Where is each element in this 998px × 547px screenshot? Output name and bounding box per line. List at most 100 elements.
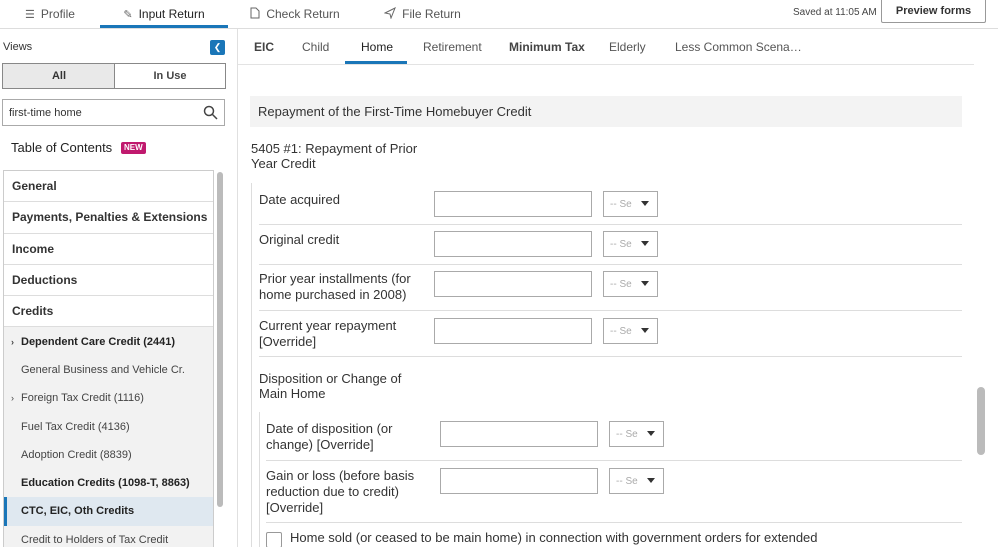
select-placeholder: -- Se	[610, 325, 632, 337]
select-placeholder: -- Se	[616, 475, 638, 487]
pencil-icon: ✎	[123, 8, 133, 21]
gain-loss-select[interactable]: -- Se	[609, 468, 664, 494]
date-disposition-select[interactable]: -- Se	[609, 421, 664, 447]
subtab-retirement[interactable]: Retirement	[423, 30, 482, 64]
tab-input-return[interactable]: ✎ Input Return	[100, 0, 228, 28]
caret-down-icon	[641, 328, 649, 333]
list-icon: ☰	[25, 8, 35, 21]
tab-label: Check Return	[266, 7, 340, 21]
tab-label: Input Return	[138, 7, 205, 21]
group-border	[251, 183, 252, 547]
row-divider	[259, 264, 962, 265]
view-all-button[interactable]: All	[2, 63, 115, 89]
toc-item-label: Adoption Credit (8839)	[21, 448, 132, 461]
tab-profile[interactable]: ☰ Profile	[0, 0, 100, 28]
toc-category-income[interactable]: Income	[4, 233, 213, 265]
row-divider	[259, 224, 962, 225]
toc-category-payments[interactable]: Payments, Penalties & Extensions	[4, 202, 213, 234]
chevron-right-icon: ›	[11, 336, 14, 347]
tab-file-return[interactable]: File Return	[375, 0, 470, 28]
field-label-current-repayment: Current year repayment [Override]	[259, 318, 397, 349]
search-input[interactable]	[9, 104, 199, 122]
main-scrollbar[interactable]	[975, 29, 987, 547]
select-placeholder: -- Se	[610, 238, 632, 250]
main-scrollbar-thumb[interactable]	[977, 387, 985, 455]
row-divider	[266, 522, 962, 523]
field-label-original-credit: Original credit	[259, 232, 340, 247]
toc-category-deductions[interactable]: Deductions	[4, 264, 213, 297]
field-label-gain-loss: Gain or loss (before basis reduction due…	[266, 468, 415, 515]
preview-forms-button[interactable]: Preview forms	[881, 0, 986, 23]
select-placeholder: -- Se	[616, 428, 638, 440]
gain-loss-input[interactable]	[440, 468, 598, 494]
date-disposition-input[interactable]	[440, 421, 598, 447]
toc-item-label: CTC, EIC, Oth Credits	[21, 505, 135, 518]
toc-item-fuel-tax[interactable]: Fuel Tax Credit (4136)	[4, 412, 213, 441]
caret-down-icon	[647, 431, 655, 436]
chevron-right-icon: ›	[11, 393, 14, 404]
toc-item-label: Foreign Tax Credit (1116)	[21, 392, 144, 405]
sidebar-divider	[237, 29, 238, 547]
search-icon[interactable]	[203, 105, 218, 120]
search-box	[2, 99, 225, 126]
gov-orders-checkbox[interactable]	[266, 532, 282, 547]
table-of-contents: General Payments, Penalties & Extensions…	[3, 170, 214, 547]
top-navigation: ☰ Profile ✎ Input Return Check Return Fi…	[0, 0, 998, 28]
toc-item-general-business[interactable]: General Business and Vehicle Cr.	[4, 355, 213, 385]
toc-category-credits[interactable]: Credits	[4, 296, 213, 328]
section-title: Repayment of the First-Time Homebuyer Cr…	[250, 96, 962, 127]
toc-scrollbar-thumb[interactable]	[217, 172, 223, 507]
caret-down-icon	[641, 201, 649, 206]
topnav-divider	[0, 28, 998, 29]
group-title-disposition: Disposition or Change of Main Home	[259, 371, 402, 401]
subgroup-border	[259, 412, 260, 547]
tab-check-return[interactable]: Check Return	[240, 0, 350, 28]
chevron-left-icon[interactable]: ❮	[210, 40, 225, 55]
toc-item-adoption[interactable]: Adoption Credit (8839)	[4, 440, 213, 469]
subtab-home[interactable]: Home	[361, 30, 393, 64]
toc-item-dependent-care[interactable]: › Dependent Care Credit (2441)	[4, 327, 213, 356]
row-divider	[259, 356, 962, 357]
current-repayment-input[interactable]	[434, 318, 592, 344]
toc-title: Table of Contents	[11, 140, 113, 155]
select-placeholder: -- Se	[610, 198, 632, 210]
subtab-child[interactable]: Child	[302, 30, 329, 64]
field-label-prior-installments: Prior year installments (for home purcha…	[259, 271, 411, 302]
subtab-less-common[interactable]: Less Common Scena…	[675, 30, 802, 64]
original-credit-select[interactable]: -- Se	[603, 231, 658, 257]
tab-label: Profile	[40, 7, 75, 21]
caret-down-icon	[641, 241, 649, 246]
original-credit-input[interactable]	[434, 231, 592, 257]
caret-down-icon	[641, 281, 649, 286]
toc-item-label: Dependent Care Credit (2441)	[21, 335, 176, 348]
tab-label: File Return	[402, 7, 461, 21]
caret-down-icon	[647, 478, 655, 483]
prior-installments-input[interactable]	[434, 271, 592, 297]
toc-item-education[interactable]: Education Credits (1098-T, 8863)	[4, 468, 213, 498]
row-divider	[259, 310, 962, 311]
saved-status: Saved at 11:05 AM	[793, 6, 877, 18]
prior-installments-select[interactable]: -- Se	[603, 271, 658, 297]
subtab-eic[interactable]: EIC	[254, 30, 274, 64]
view-in-use-button[interactable]: In Use	[114, 63, 226, 89]
select-placeholder: -- Se	[610, 278, 632, 290]
group-title-repayment: 5405 #1: Repayment of Prior Year Credit	[251, 141, 418, 171]
send-icon	[383, 6, 397, 22]
date-acquired-input[interactable]	[434, 191, 592, 217]
checkbox-label-gov-orders: Home sold (or ceased to be main home) in…	[290, 530, 818, 545]
toc-item-label: Fuel Tax Credit (4136)	[21, 420, 130, 433]
field-label-date-disposition: Date of disposition (or change) [Overrid…	[266, 421, 393, 452]
toc-category-general[interactable]: General	[4, 171, 213, 203]
document-icon	[250, 7, 260, 22]
new-badge: NEW	[121, 142, 146, 154]
toc-item-foreign-tax[interactable]: › Foreign Tax Credit (1116)	[4, 384, 213, 413]
subtab-minimum-tax[interactable]: Minimum Tax	[509, 30, 585, 64]
toc-item-credit-holders[interactable]: Credit to Holders of Tax Credit	[4, 525, 213, 547]
date-acquired-select[interactable]: -- Se	[603, 191, 658, 217]
subtab-elderly[interactable]: Elderly	[609, 30, 646, 64]
field-label-date-acquired: Date acquired	[259, 192, 340, 207]
toc-item-ctc-eic[interactable]: CTC, EIC, Oth Credits	[4, 497, 213, 526]
current-repayment-select[interactable]: -- Se	[603, 318, 658, 344]
toc-item-label: Credit to Holders of Tax Credit	[21, 533, 169, 546]
views-label: Views	[3, 41, 33, 53]
